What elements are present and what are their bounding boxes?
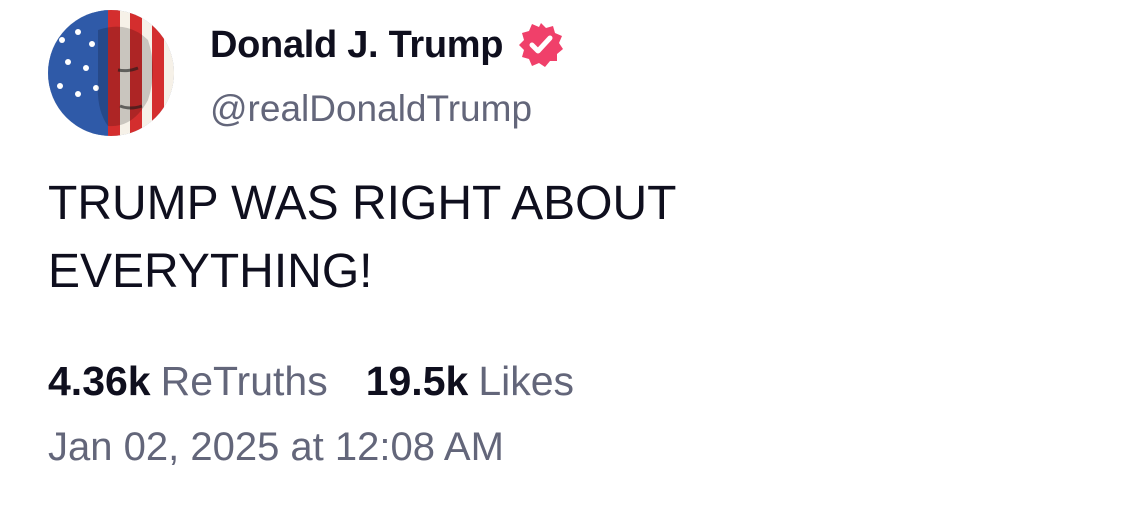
post-text-line: EVERYTHING! (48, 245, 373, 298)
author-display-name[interactable]: Donald J. Trump (210, 24, 504, 67)
truth-post: Donald J. Trump @realDonaldTrump TRUMP W… (0, 0, 1125, 511)
likes-count: 19.5k (365, 358, 469, 404)
verified-badge-icon (517, 21, 565, 69)
retruths-stat[interactable]: 4.36k ReTruths (48, 358, 328, 405)
likes-label: Likes (478, 358, 575, 404)
post-text-line: TRUMP WAS RIGHT ABOUT (48, 177, 677, 230)
author-name-row: Donald J. Trump (210, 22, 565, 68)
avatar-image (48, 10, 174, 136)
retruths-count: 4.36k (48, 358, 151, 404)
post-text: TRUMP WAS RIGHT ABOUT EVERYTHING! (48, 170, 1048, 306)
retruths-label: ReTruths (160, 358, 328, 404)
likes-stat[interactable]: 19.5k Likes (366, 358, 574, 405)
profile-avatar[interactable] (48, 10, 174, 136)
post-timestamp[interactable]: Jan 02, 2025 at 12:08 AM (48, 425, 504, 470)
post-stats: 4.36k ReTruths 19.5k Likes (48, 358, 612, 405)
author-handle[interactable]: @realDonaldTrump (210, 88, 532, 130)
